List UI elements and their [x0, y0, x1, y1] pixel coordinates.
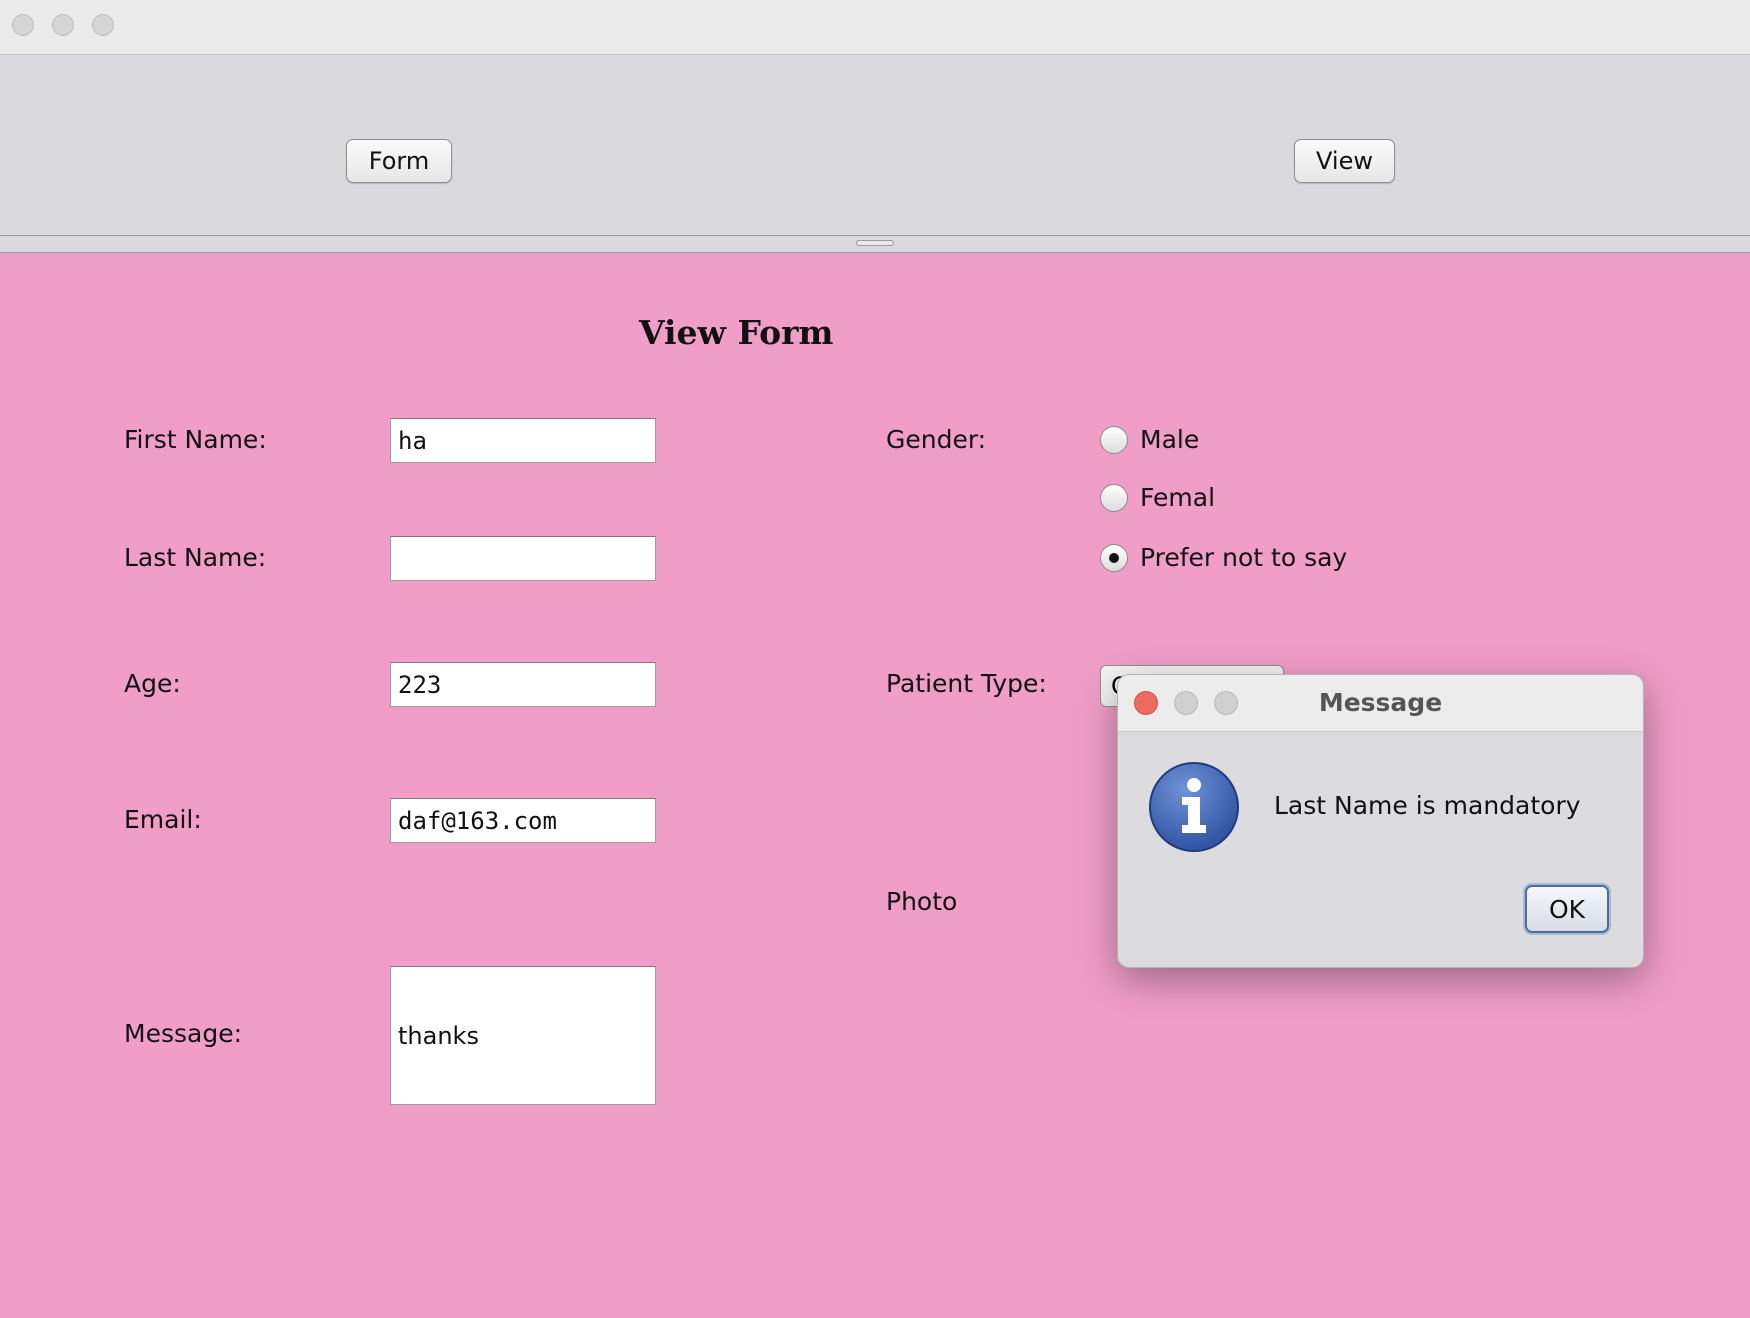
- first-name-field[interactable]: ha: [390, 418, 656, 463]
- split-pane-divider[interactable]: [0, 236, 1750, 253]
- patient-type-label: Patient Type:: [886, 669, 1047, 698]
- last-name-label: Last Name:: [124, 543, 267, 572]
- email-label: Email:: [124, 805, 202, 834]
- message-textarea[interactable]: thanks: [390, 966, 656, 1105]
- gender-male-radio[interactable]: [1100, 426, 1128, 454]
- navigation-panel: Form View: [0, 55, 1750, 236]
- window-titlebar: [0, 0, 1750, 55]
- close-window-button[interactable]: [12, 14, 34, 36]
- gender-male-label[interactable]: Male: [1140, 425, 1199, 454]
- gender-prefer-not-label[interactable]: Prefer not to say: [1140, 543, 1347, 572]
- gender-label: Gender:: [886, 425, 987, 454]
- first-name-label: First Name:: [124, 425, 267, 454]
- email-field[interactable]: daf@163.com: [390, 798, 656, 843]
- dialog-title: Message: [1318, 688, 1443, 717]
- dialog-message: Last Name is mandatory: [1274, 791, 1581, 820]
- view-button[interactable]: View: [1294, 139, 1395, 183]
- age-field[interactable]: 223: [390, 662, 656, 707]
- gender-prefer-not-radio[interactable]: [1100, 544, 1128, 572]
- photo-label: Photo: [886, 887, 958, 916]
- message-label: Message:: [124, 1019, 242, 1048]
- last-name-field[interactable]: [390, 536, 656, 581]
- gender-female-radio[interactable]: [1100, 484, 1128, 512]
- zoom-window-button[interactable]: [92, 14, 114, 36]
- info-icon: [1149, 762, 1239, 852]
- dialog-titlebar: Message: [1118, 675, 1643, 732]
- page-title: View Form: [639, 313, 834, 352]
- form-button[interactable]: Form: [346, 139, 452, 183]
- ok-button[interactable]: OK: [1525, 885, 1609, 933]
- age-label: Age:: [124, 669, 181, 698]
- minimize-window-button[interactable]: [52, 14, 74, 36]
- gender-female-label[interactable]: Femal: [1140, 483, 1215, 512]
- divider-grip-icon[interactable]: [856, 240, 894, 246]
- message-dialog: Message Last Name is mandatory OK: [1117, 674, 1644, 968]
